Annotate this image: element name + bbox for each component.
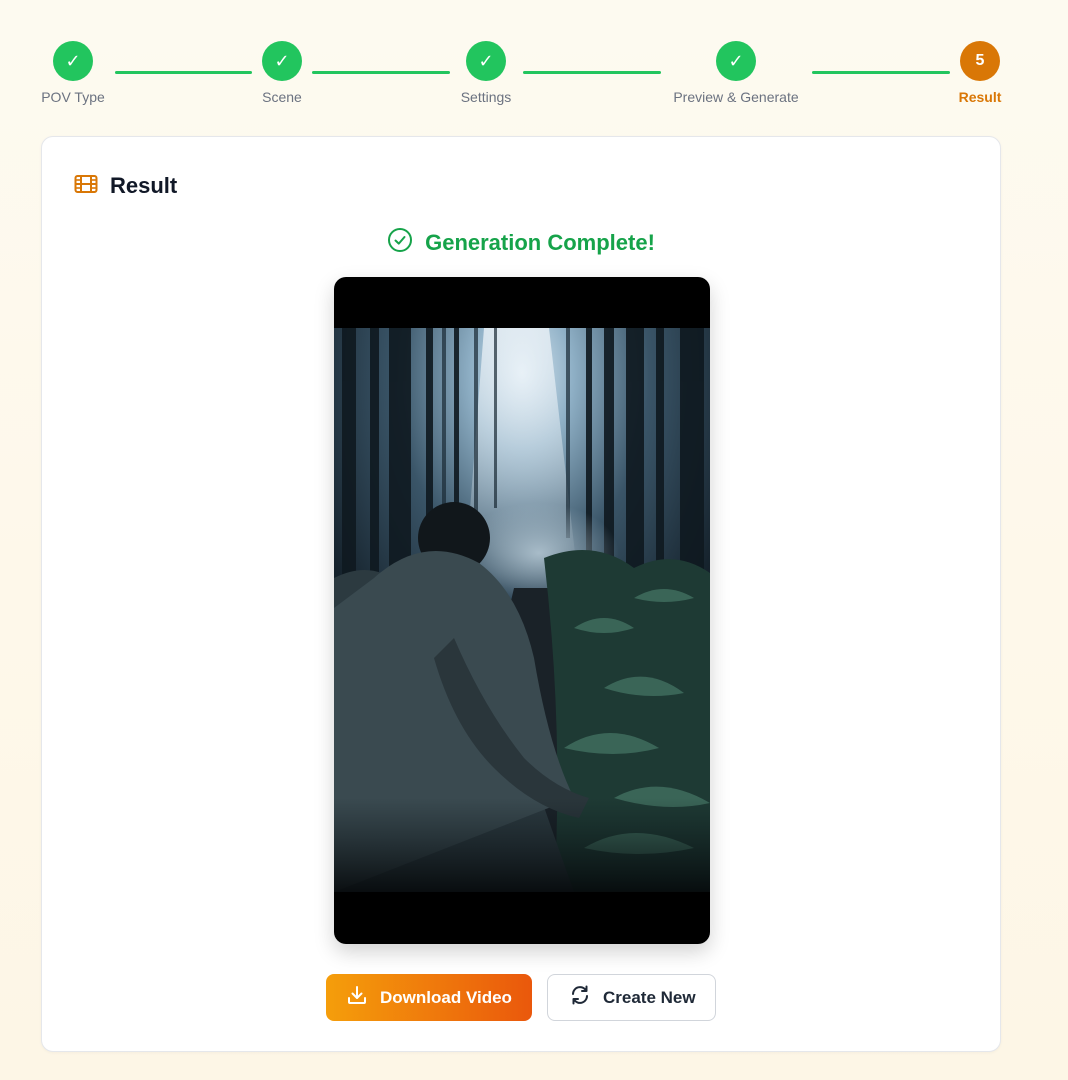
video-frame xyxy=(334,328,710,892)
refresh-icon xyxy=(569,984,591,1011)
download-video-label: Download Video xyxy=(380,987,512,1007)
check-icon: ✓ xyxy=(53,41,93,81)
step-label: Settings xyxy=(460,89,512,105)
step-number: 5 xyxy=(960,41,1000,81)
step-scene[interactable]: ✓ Scene xyxy=(258,41,306,105)
step-result[interactable]: 5 Result xyxy=(956,41,1004,105)
generation-status: Generation Complete! xyxy=(42,227,1000,258)
download-video-button[interactable]: Download Video xyxy=(326,974,532,1021)
step-preview-generate[interactable]: ✓ Preview & Generate xyxy=(668,41,804,105)
step-pov-type[interactable]: ✓ POV Type xyxy=(41,41,105,105)
step-connector xyxy=(812,71,950,74)
step-connector xyxy=(312,71,450,74)
forest-scene-image xyxy=(334,328,710,892)
result-actions: Download Video Create New xyxy=(42,974,1000,1021)
card-header: Result xyxy=(74,173,177,199)
progress-stepper: ✓ POV Type ✓ Scene ✓ Settings ✓ Preview … xyxy=(0,0,1068,120)
status-text: Generation Complete! xyxy=(425,229,655,255)
video-player[interactable] xyxy=(334,277,710,944)
step-label: POV Type xyxy=(41,89,105,105)
step-label: Result xyxy=(958,89,1002,105)
step-label: Scene xyxy=(262,89,302,105)
card-title: Result xyxy=(110,173,178,198)
film-icon xyxy=(74,174,98,199)
step-connector xyxy=(115,71,252,74)
step-label: Preview & Generate xyxy=(673,89,799,105)
result-card: Result Generation Complete! Download Vid… xyxy=(41,136,1001,1052)
check-icon: ✓ xyxy=(716,41,756,81)
check-icon: ✓ xyxy=(466,41,506,81)
download-icon xyxy=(346,984,368,1011)
step-settings[interactable]: ✓ Settings xyxy=(456,41,516,105)
create-new-button[interactable]: Create New xyxy=(547,974,716,1021)
step-connector xyxy=(523,71,661,74)
create-new-label: Create New xyxy=(603,987,696,1007)
check-icon: ✓ xyxy=(262,41,302,81)
check-circle-icon xyxy=(387,227,413,258)
